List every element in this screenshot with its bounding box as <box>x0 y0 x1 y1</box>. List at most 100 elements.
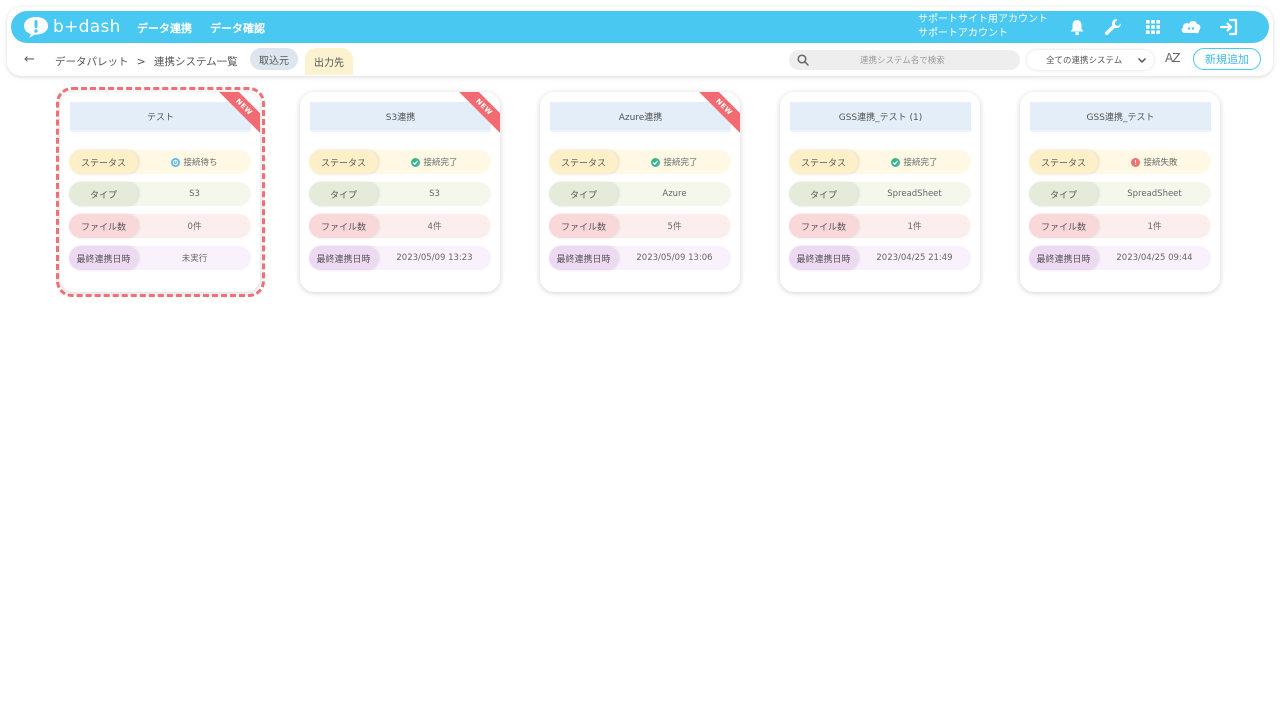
type-value: SpreadSheet <box>887 189 942 199</box>
logo-text: b+dash <box>53 17 121 37</box>
last-sync-row: 最終連携日時 2023/04/25 21:49 <box>789 246 971 270</box>
success-status-icon <box>891 157 901 167</box>
type-label: タイプ <box>549 182 618 206</box>
sort-az-icon[interactable]: AZ <box>1165 51 1180 65</box>
account-name-line2: サポートアカウント <box>918 28 1008 39</box>
error-status-icon <box>1131 157 1141 167</box>
type-value: S3 <box>189 189 200 199</box>
file-count-label: ファイル数 <box>549 214 618 238</box>
type-label: タイプ <box>789 182 858 206</box>
last-sync-label: 最終連携日時 <box>549 246 618 270</box>
account-name-line1: サポートサイト用アカウント <box>918 14 1048 25</box>
card-title: テスト <box>70 102 251 132</box>
status-row: ステータス 接続完了 <box>789 150 971 174</box>
logout-icon[interactable] <box>1218 16 1240 38</box>
file-count-value: 1件 <box>907 222 922 232</box>
status-value: 接続完了 <box>378 150 491 174</box>
success-status-icon <box>411 157 421 167</box>
system-filter-value: 全ての連携システム <box>1046 56 1123 66</box>
file-count-label: ファイル数 <box>1029 214 1098 238</box>
type-value: Azure <box>662 189 687 199</box>
chevron-down-icon <box>1137 57 1147 64</box>
waiting-status-icon <box>171 157 181 167</box>
last-sync-row: 最終連携日時 2023/04/25 09:44 <box>1029 246 1211 270</box>
file-count-row: ファイル数 4件 <box>309 214 491 238</box>
wrench-icon[interactable] <box>1102 16 1124 38</box>
search-icon <box>797 54 809 66</box>
file-count-value: 0件 <box>187 222 202 232</box>
last-sync-value: 2023/04/25 21:49 <box>876 253 953 263</box>
type-label: タイプ <box>1029 182 1098 206</box>
card-title: Azure連携 <box>550 102 731 132</box>
type-value: SpreadSheet <box>1127 189 1182 199</box>
status-label: ステータス <box>789 150 858 174</box>
system-card-5[interactable]: GSS連携_テスト ステータス 接続失敗 タイプ SpreadSheet ファイ… <box>1020 92 1220 292</box>
status-row: ステータス 接続待ち <box>69 150 251 174</box>
breadcrumb-parent[interactable]: データパレット <box>55 56 129 68</box>
status-text: 接続完了 <box>903 158 938 168</box>
last-sync-label: 最終連携日時 <box>1029 246 1098 270</box>
status-label: ステータス <box>69 150 138 174</box>
status-label: ステータス <box>1029 150 1098 174</box>
tab-source[interactable]: 取込元 <box>250 48 298 70</box>
file-count-label: ファイル数 <box>69 214 138 238</box>
system-card-1[interactable]: テスト NEW ステータス 接続待ち タイプ S3 ファイル数 0件 最終連携日… <box>60 92 260 292</box>
status-value: 接続待ち <box>138 150 251 174</box>
logo[interactable]: b+dash <box>23 14 121 40</box>
app-grid-icon[interactable] <box>1142 16 1164 38</box>
status-text: 接続失敗 <box>1143 158 1178 168</box>
system-card-3[interactable]: Azure連携 NEW ステータス 接続完了 タイプ Azure ファイル数 5… <box>540 92 740 292</box>
status-row: ステータス 接続完了 <box>309 150 491 174</box>
last-sync-label: 最終連携日時 <box>309 246 378 270</box>
back-arrow-icon[interactable]: ← <box>24 52 35 67</box>
last-sync-value: 2023/05/09 13:23 <box>396 253 473 263</box>
file-count-row: ファイル数 1件 <box>789 214 971 238</box>
status-label: ステータス <box>309 150 378 174</box>
nav-data-link[interactable]: データ連携 <box>137 20 192 36</box>
last-sync-row: 最終連携日時 2023/05/09 13:06 <box>549 246 731 270</box>
logo-speech-bubble-icon <box>24 17 48 38</box>
status-label: ステータス <box>549 150 618 174</box>
search-input[interactable]: 連携システム名で検索 <box>789 50 1020 70</box>
last-sync-row: 最終連携日時 2023/05/09 13:23 <box>309 246 491 270</box>
type-row: タイプ Azure <box>549 182 731 206</box>
type-label: タイプ <box>69 182 138 206</box>
last-sync-value: 未実行 <box>181 254 208 264</box>
system-card-4[interactable]: GSS連携_テスト (1) ステータス 接続完了 タイプ SpreadSheet… <box>780 92 980 292</box>
search-placeholder: 連携システム名で検索 <box>860 56 945 66</box>
type-row: タイプ S3 <box>69 182 251 206</box>
status-text: 接続完了 <box>663 158 698 168</box>
card-title: GSS連携_テスト <box>1030 102 1211 132</box>
type-row: タイプ SpreadSheet <box>789 182 971 206</box>
status-row: ステータス 接続失敗 <box>1029 150 1211 174</box>
breadcrumb-separator: > <box>136 56 146 68</box>
last-sync-label: 最終連携日時 <box>69 246 138 270</box>
type-value: S3 <box>429 189 440 199</box>
bell-icon[interactable] <box>1066 16 1088 38</box>
account-info[interactable]: サポートサイト用アカウント サポートアカウント <box>918 13 1048 41</box>
card-title: S3連携 <box>310 102 491 132</box>
system-filter-select[interactable]: 全ての連携システム <box>1027 50 1154 70</box>
file-count-row: ファイル数 0件 <box>69 214 251 238</box>
type-row: タイプ S3 <box>309 182 491 206</box>
breadcrumb: データパレット > 連携システム一覧 <box>55 54 243 69</box>
system-card-2[interactable]: S3連携 NEW ステータス 接続完了 タイプ S3 ファイル数 4件 最終連携… <box>300 92 500 292</box>
status-row: ステータス 接続完了 <box>549 150 731 174</box>
add-new-button[interactable]: 新規追加 <box>1193 48 1261 70</box>
status-value: 接続完了 <box>618 150 731 174</box>
last-sync-value: 2023/04/25 09:44 <box>1116 253 1193 263</box>
file-count-row: ファイル数 5件 <box>549 214 731 238</box>
breadcrumb-current: 連携システム一覧 <box>154 56 238 68</box>
file-count-value: 5件 <box>667 222 682 232</box>
file-count-label: ファイル数 <box>789 214 858 238</box>
success-status-icon <box>651 157 661 167</box>
nav-data-check[interactable]: データ確認 <box>210 20 265 36</box>
file-count-label: ファイル数 <box>309 214 378 238</box>
last-sync-value: 2023/05/09 13:06 <box>636 253 713 263</box>
assistant-cloud-icon[interactable] <box>1180 16 1202 38</box>
status-text: 接続待ち <box>183 158 218 168</box>
status-value: 接続失敗 <box>1098 150 1211 174</box>
card-title: GSS連携_テスト (1) <box>790 102 971 132</box>
type-row: タイプ SpreadSheet <box>1029 182 1211 206</box>
tab-output[interactable]: 出力先 <box>305 48 353 75</box>
